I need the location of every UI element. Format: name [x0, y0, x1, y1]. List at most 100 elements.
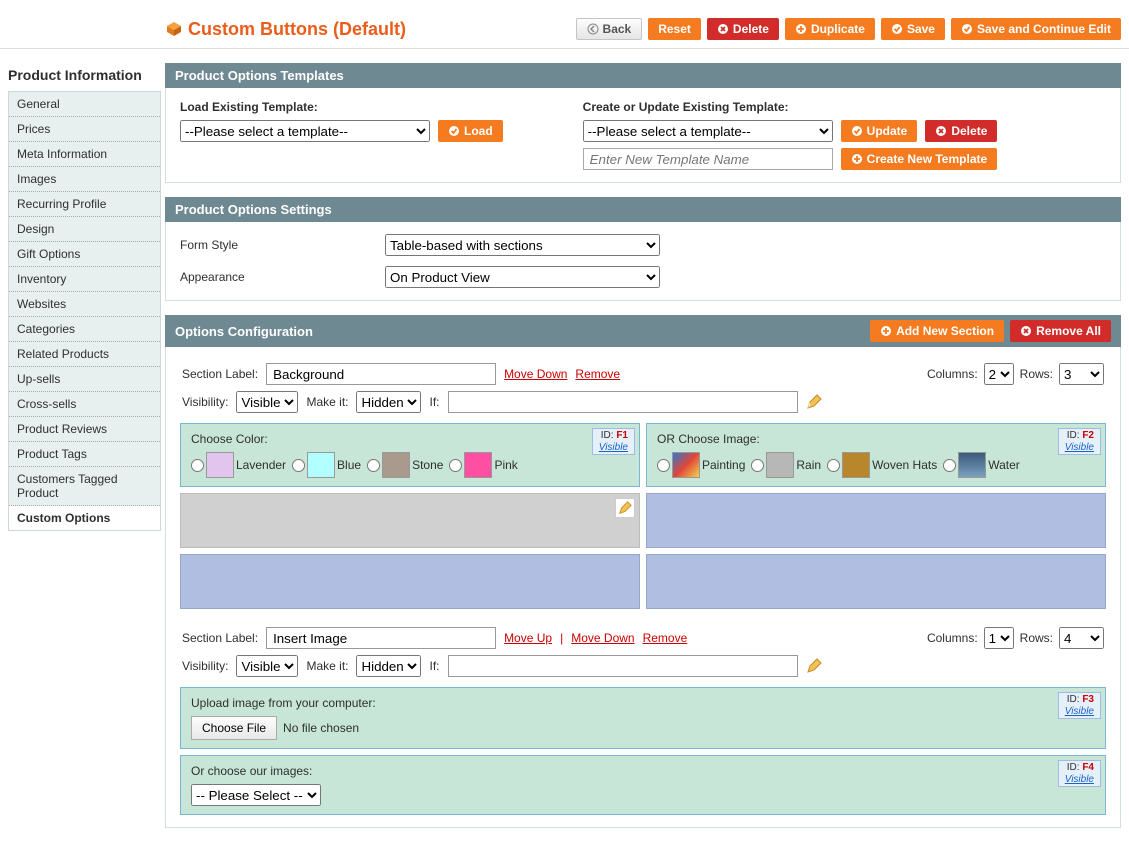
image-painting-radio[interactable] [657, 459, 670, 472]
check-icon [448, 125, 460, 137]
sidebar-item-reviews[interactable]: Product Reviews [9, 417, 160, 442]
sidebar-item-websites[interactable]: Websites [9, 292, 160, 317]
sidebar-item-general[interactable]: General [9, 92, 160, 117]
delete-template-button[interactable]: Delete [925, 120, 997, 142]
create-template-label: Create or Update Existing Template: [583, 100, 998, 114]
sidebar-item-inventory[interactable]: Inventory [9, 267, 160, 292]
header-actions: Back Reset Delete Duplicate Save Save an… [576, 18, 1121, 40]
sidebar-item-related[interactable]: Related Products [9, 342, 160, 367]
section2-columns-select[interactable]: 1 [984, 627, 1014, 649]
swatch-pink [464, 452, 492, 478]
main-content: Product Options Templates Load Existing … [161, 49, 1129, 842]
section2-rows-select[interactable]: 4 [1059, 627, 1104, 649]
page-title: Custom Buttons (Default) [188, 19, 406, 40]
section1-remove[interactable]: Remove [575, 367, 620, 381]
edit-cell-icon[interactable] [615, 498, 635, 518]
duplicate-button[interactable]: Duplicate [785, 18, 875, 40]
section2-makeit-select[interactable]: Hidden [356, 655, 421, 677]
options-panel-header: Options Configuration Add New Section Re… [165, 315, 1121, 347]
section2-visibility-select[interactable]: Visible [236, 655, 298, 677]
section2-remove[interactable]: Remove [643, 631, 688, 645]
update-template-button[interactable]: Update [841, 120, 918, 142]
sidebar-item-categories[interactable]: Categories [9, 317, 160, 342]
color-blue-radio[interactable] [292, 459, 305, 472]
swatch-stone [382, 452, 410, 478]
form-style-select[interactable]: Table-based with sections [385, 234, 660, 256]
sidebar: Product Information General Prices Meta … [0, 49, 161, 842]
sidebar-item-crosssells[interactable]: Cross-sells [9, 392, 160, 417]
back-button[interactable]: Back [576, 18, 643, 40]
templates-panel: Product Options Templates Load Existing … [165, 63, 1121, 183]
select-image-cell[interactable]: Or choose our images: ID: F4 Visible -- … [180, 755, 1106, 815]
choose-image-cell[interactable]: OR Choose Image: ID: F2 Visible Painting… [646, 423, 1106, 487]
section1-cell-empty-3[interactable] [646, 554, 1106, 609]
reset-button[interactable]: Reset [648, 18, 701, 40]
section1-cell-gray[interactable] [180, 493, 640, 548]
load-button[interactable]: Load [438, 120, 503, 142]
sidebar-item-customers-tagged[interactable]: Customers Tagged Product [9, 467, 160, 506]
sidebar-item-prices[interactable]: Prices [9, 117, 160, 142]
load-template-select[interactable]: --Please select a template-- [180, 120, 430, 142]
remove-all-button[interactable]: Remove All [1010, 320, 1111, 342]
create-template-select[interactable]: --Please select a template-- [583, 120, 833, 142]
load-template-col: Load Existing Template: --Please select … [180, 100, 503, 170]
section1-rows-select[interactable]: 3 [1059, 363, 1104, 385]
plus-icon [795, 23, 807, 35]
sidebar-item-gift[interactable]: Gift Options [9, 242, 160, 267]
section1-makeit-select[interactable]: Hidden [356, 391, 421, 413]
section1-controls: Section Label: Move Down Remove Columns:… [180, 363, 1106, 385]
pencil-icon[interactable] [806, 394, 822, 410]
section2-move-down[interactable]: Move Down [571, 631, 634, 645]
save-continue-button[interactable]: Save and Continue Edit [951, 18, 1121, 40]
sidebar-item-design[interactable]: Design [9, 217, 160, 242]
choose-color-cell[interactable]: Choose Color: ID: F1 Visible Lavender Bl… [180, 423, 640, 487]
sidebar-item-tags[interactable]: Product Tags [9, 442, 160, 467]
select-image-dropdown[interactable]: -- Please Select -- [191, 784, 321, 806]
settings-panel: Product Options Settings Form Style Tabl… [165, 197, 1121, 301]
section1-if-input[interactable] [448, 391, 798, 413]
pencil-icon[interactable] [806, 658, 822, 674]
form-style-label: Form Style [180, 238, 385, 252]
section2-label-input[interactable] [266, 627, 496, 649]
section1-sub-controls: Visibility: Visible Make it: Hidden If: [180, 391, 1106, 413]
section1-columns-select[interactable]: 2 [984, 363, 1014, 385]
visibility-label: Visibility: [182, 659, 228, 673]
delete-icon [717, 23, 729, 35]
create-template-button[interactable]: Create New Template [841, 148, 998, 170]
section1-move-down[interactable]: Move Down [504, 367, 567, 381]
sidebar-item-upsells[interactable]: Up-sells [9, 367, 160, 392]
image-rain-radio[interactable] [751, 459, 764, 472]
template-name-input[interactable] [583, 148, 833, 170]
section2-move-up[interactable]: Move Up [504, 631, 552, 645]
sidebar-item-custom-options[interactable]: Custom Options [9, 506, 160, 530]
section2-grid: Upload image from your computer: ID: F3 … [180, 687, 1106, 815]
columns-label: Columns: [927, 631, 978, 645]
appearance-select[interactable]: On Product View [385, 266, 660, 288]
choose-image-title: OR Choose Image: [657, 432, 1095, 446]
section1-cell-empty-2[interactable] [180, 554, 640, 609]
rows-label: Rows: [1020, 631, 1053, 645]
image-woven-radio[interactable] [827, 459, 840, 472]
check-icon [851, 125, 863, 137]
choose-file-button[interactable]: Choose File [191, 716, 277, 740]
section2-if-input[interactable] [448, 655, 798, 677]
sidebar-item-recurring[interactable]: Recurring Profile [9, 192, 160, 217]
sidebar-list: General Prices Meta Information Images R… [8, 91, 161, 531]
section1-visibility-select[interactable]: Visible [236, 391, 298, 413]
add-section-button[interactable]: Add New Section [870, 320, 1004, 342]
delete-button[interactable]: Delete [707, 18, 779, 40]
sidebar-title: Product Information [8, 63, 161, 91]
color-stone-radio[interactable] [367, 459, 380, 472]
plus-icon [880, 325, 892, 337]
save-button[interactable]: Save [881, 18, 945, 40]
sidebar-item-meta[interactable]: Meta Information [9, 142, 160, 167]
back-icon [587, 23, 599, 35]
color-lavender-radio[interactable] [191, 459, 204, 472]
image-water-radio[interactable] [943, 459, 956, 472]
upload-image-cell[interactable]: Upload image from your computer: ID: F3 … [180, 687, 1106, 749]
section1-cell-empty-1[interactable] [646, 493, 1106, 548]
sidebar-item-images[interactable]: Images [9, 167, 160, 192]
color-pink-radio[interactable] [449, 459, 462, 472]
section1-label-input[interactable] [266, 363, 496, 385]
swatch-water [958, 452, 986, 478]
